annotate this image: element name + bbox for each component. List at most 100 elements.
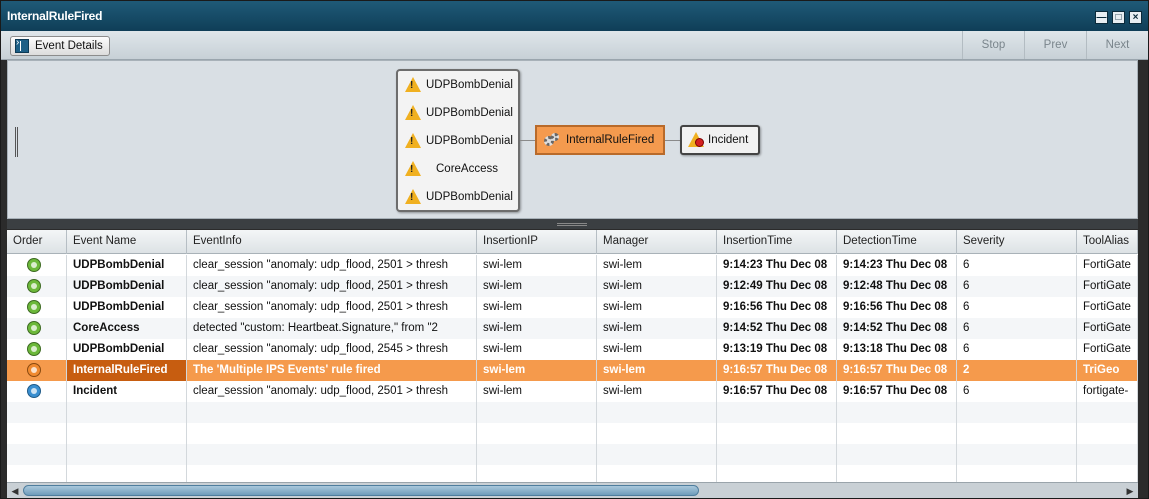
green-arrow-icon — [27, 258, 41, 272]
empty-cell — [1077, 444, 1138, 465]
source-event-node[interactable]: ! UDPBombDenial — [404, 103, 513, 123]
detection-time-cell: 9:13:18 Thu Dec 08 — [837, 339, 957, 360]
empty-cell — [717, 402, 837, 423]
source-event-node[interactable]: ! UDPBombDenial — [404, 187, 513, 207]
severity-cell: 6 — [957, 339, 1077, 360]
empty-cell — [717, 423, 837, 444]
source-event-label: UDPBombDenial — [426, 135, 513, 147]
empty-cell — [597, 465, 717, 482]
source-event-node[interactable]: ! UDPBombDenial — [404, 75, 513, 95]
insertion-ip-cell: swi-lem — [477, 339, 597, 360]
tool-alias-cell: FortiGate — [1077, 255, 1138, 276]
source-event-label: UDPBombDenial — [426, 107, 513, 119]
column-header-order[interactable]: Order — [7, 230, 67, 254]
tool-alias-cell: FortiGate — [1077, 297, 1138, 318]
empty-cell — [67, 423, 187, 444]
incident-node[interactable]: Incident — [680, 125, 760, 155]
event-details-button[interactable]: Event Details — [10, 36, 110, 56]
insertion-time-cell: 9:13:19 Thu Dec 08 — [717, 339, 837, 360]
source-event-node[interactable]: ! UDPBombDenial — [404, 131, 513, 151]
warning-icon: ! — [404, 161, 422, 177]
column-header-eventinfo[interactable]: EventInfo — [187, 230, 477, 254]
detection-time-cell: 9:16:57 Thu Dec 08 — [837, 360, 957, 381]
toolbar: Event Details Stop Prev Next — [1, 31, 1148, 60]
event-name-cell: Incident — [67, 381, 187, 402]
column-header-toolalias[interactable]: ToolAlias — [1077, 230, 1138, 254]
rule-node-label: InternalRuleFired — [566, 134, 655, 146]
event-name-cell: UDPBombDenial — [67, 255, 187, 276]
minimize-icon[interactable]: — — [1095, 11, 1108, 24]
table-row[interactable]: UDPBombDenial clear_session "anomaly: udp… — [7, 255, 1138, 276]
window-controls: — □ × — [1095, 11, 1142, 24]
maximize-icon[interactable]: □ — [1112, 11, 1125, 24]
empty-cell — [477, 402, 597, 423]
detection-time-cell: 9:16:56 Thu Dec 08 — [837, 297, 957, 318]
pane-splitter[interactable] — [7, 219, 1138, 229]
severity-cell: 6 — [957, 297, 1077, 318]
column-header-detectiontime[interactable]: DetectionTime — [837, 230, 957, 254]
green-arrow-icon — [27, 342, 41, 356]
order-cell — [7, 360, 67, 381]
table-row[interactable]: CoreAccess detected "custom: Heartbeat.Si… — [7, 318, 1138, 339]
detection-time-cell: 9:14:23 Thu Dec 08 — [837, 255, 957, 276]
prev-button[interactable]: Prev — [1024, 31, 1086, 59]
column-header-insertionip[interactable]: InsertionIP — [477, 230, 597, 254]
column-header-severity[interactable]: Severity — [957, 230, 1077, 254]
title-bar[interactable]: InternalRuleFired — □ × — [1, 1, 1148, 31]
warning-icon: ! — [404, 105, 422, 121]
manager-cell: swi-lem — [597, 339, 717, 360]
severity-cell: 6 — [957, 318, 1077, 339]
empty-table-row — [7, 444, 1138, 465]
empty-cell — [7, 444, 67, 465]
empty-cell — [717, 444, 837, 465]
green-arrow-icon — [27, 279, 41, 293]
event-info-cell: clear_session "anomaly: udp_flood, 2501 … — [187, 381, 477, 402]
tool-alias-cell: FortiGate — [1077, 276, 1138, 297]
splitter-grip-icon — [557, 223, 587, 226]
source-events-group[interactable]: ! UDPBombDenial! UDPBombDenial! UDPBombDeni… — [396, 69, 520, 212]
next-button[interactable]: Next — [1086, 31, 1148, 59]
column-header-event-name[interactable]: Event Name — [67, 230, 187, 254]
scroll-thumb[interactable] — [23, 485, 699, 496]
table-row[interactable]: InternalRuleFired The 'Multiple IPS Event… — [7, 360, 1138, 381]
table-row[interactable]: UDPBombDenial clear_session "anomaly: udp… — [7, 297, 1138, 318]
insertion-time-cell: 9:16:57 Thu Dec 08 — [717, 381, 837, 402]
column-header-insertiontime[interactable]: InsertionTime — [717, 230, 837, 254]
empty-cell — [187, 402, 477, 423]
scroll-left-icon[interactable]: ◀ — [8, 484, 22, 498]
manager-cell: swi-lem — [597, 276, 717, 297]
insertion-time-cell: 9:14:23 Thu Dec 08 — [717, 255, 837, 276]
table-row[interactable]: UDPBombDenial clear_session "anomaly: udp… — [7, 339, 1138, 360]
rule-node[interactable]: InternalRuleFired — [535, 125, 665, 155]
pane-resize-handle[interactable] — [15, 127, 18, 157]
table-body: UDPBombDenial clear_session "anomaly: udp… — [7, 255, 1138, 482]
gears-icon — [544, 133, 560, 147]
table-row[interactable]: UDPBombDenial clear_session "anomaly: udp… — [7, 276, 1138, 297]
horizontal-scrollbar[interactable]: ◀ ▶ — [7, 482, 1138, 498]
detection-time-cell: 9:14:52 Thu Dec 08 — [837, 318, 957, 339]
order-cell — [7, 339, 67, 360]
event-details-window: InternalRuleFired — □ × Event Details St… — [0, 0, 1149, 499]
event-graph: ! UDPBombDenial! UDPBombDenial! UDPBombDeni… — [7, 60, 1138, 219]
stop-button[interactable]: Stop — [962, 31, 1024, 59]
order-cell — [7, 297, 67, 318]
empty-cell — [957, 444, 1077, 465]
event-name-cell: UDPBombDenial — [67, 297, 187, 318]
empty-cell — [837, 444, 957, 465]
severity-cell: 6 — [957, 255, 1077, 276]
event-name-cell: CoreAccess — [67, 318, 187, 339]
panel-toggle-icon — [15, 37, 29, 53]
scroll-right-icon[interactable]: ▶ — [1123, 484, 1137, 498]
empty-cell — [957, 423, 1077, 444]
detection-time-cell: 9:16:57 Thu Dec 08 — [837, 381, 957, 402]
manager-cell: swi-lem — [597, 381, 717, 402]
event-info-cell: The 'Multiple IPS Events' rule fired — [187, 360, 477, 381]
source-event-node[interactable]: ! CoreAccess — [404, 159, 498, 179]
table-row[interactable]: Incident clear_session "anomaly: udp_floo… — [7, 381, 1138, 402]
empty-cell — [7, 423, 67, 444]
column-header-manager[interactable]: Manager — [597, 230, 717, 254]
blue-arrow-icon — [27, 384, 41, 398]
manager-cell: swi-lem — [597, 360, 717, 381]
close-icon[interactable]: × — [1129, 11, 1142, 24]
empty-cell — [837, 402, 957, 423]
